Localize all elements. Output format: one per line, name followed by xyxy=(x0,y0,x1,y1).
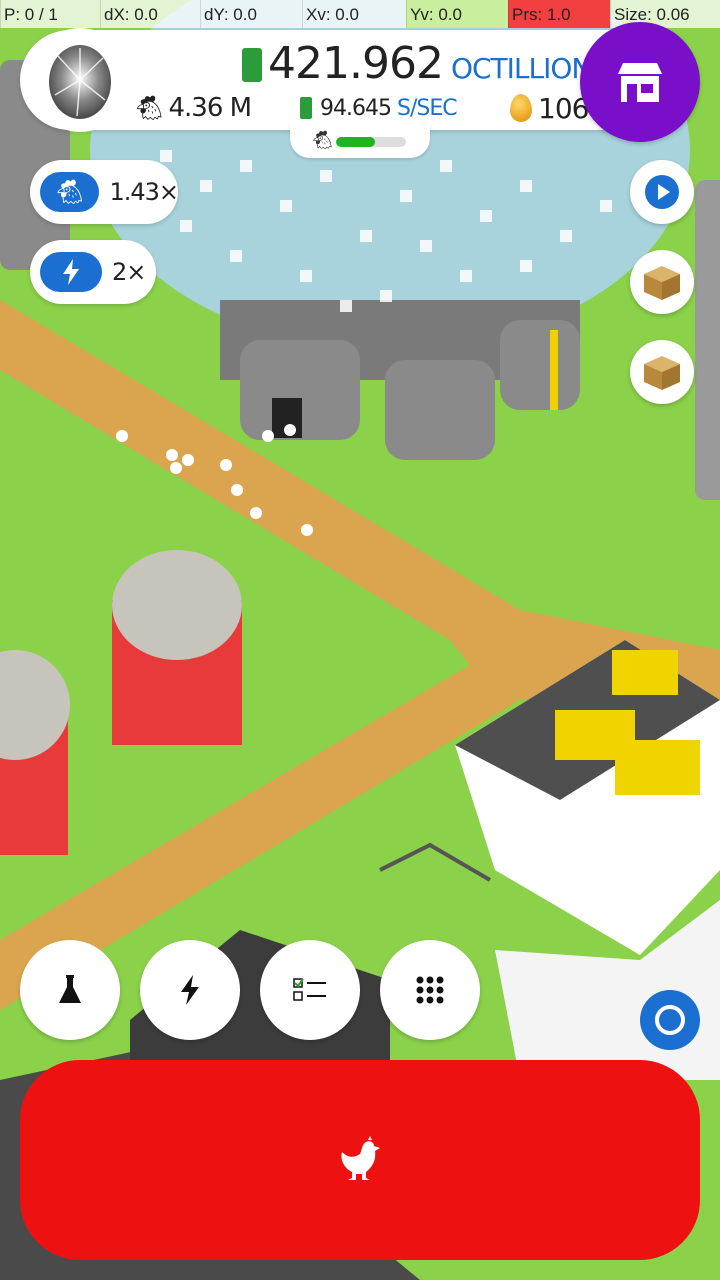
earning-rate: 94.645 S/SEC xyxy=(300,92,458,124)
boosts-button[interactable] xyxy=(140,940,240,1040)
flask-icon xyxy=(59,975,81,1003)
checklist-icon xyxy=(293,978,326,1001)
gift-box-button-2[interactable] xyxy=(630,340,694,404)
shop-button[interactable] xyxy=(580,22,700,142)
hab-progress-fill xyxy=(336,137,375,147)
money-unit: OCTILLION xyxy=(450,52,592,85)
video-ad-button[interactable] xyxy=(630,160,694,224)
egg-button[interactable] xyxy=(30,28,130,132)
speed-multiplier-value: 2× xyxy=(112,258,146,286)
debug-dx: dX: 0.0 xyxy=(100,0,200,28)
lightning-icon xyxy=(63,259,79,285)
ring-icon xyxy=(655,1005,685,1035)
chicken-count: 🐔︎ 4.36 M xyxy=(134,92,252,124)
golden-egg-icon xyxy=(510,94,532,122)
menu-button[interactable] xyxy=(380,940,480,1040)
missions-button[interactable] xyxy=(260,940,360,1040)
golden-eggs[interactable]: 106 xyxy=(510,90,589,126)
chicken-count-value: 4.36 M xyxy=(168,93,252,123)
egg-icon xyxy=(49,45,111,119)
play-icon xyxy=(645,175,679,209)
box-icon xyxy=(644,266,680,300)
money-display: 421.962 OCTILLION xyxy=(242,38,592,94)
research-button[interactable] xyxy=(20,940,120,1040)
lightning-icon xyxy=(181,975,199,1005)
speed-multiplier-pill[interactable]: 2× xyxy=(30,240,156,304)
chicken-icon: 🐔︎ xyxy=(134,94,165,122)
speed-multiplier-icon-badge xyxy=(40,252,102,292)
debug-prs: Prs: 1.0 xyxy=(508,0,610,28)
chicken-multiplier-icon-badge: 🐔︎ xyxy=(40,172,100,212)
chicken-multiplier-pill[interactable]: 🐔︎ 1.43× xyxy=(30,160,179,224)
rate-value: 94.645 xyxy=(320,95,392,121)
box-icon xyxy=(644,356,680,390)
chicken-icon xyxy=(341,1136,380,1180)
hab-progress-bar xyxy=(336,137,406,147)
debug-xv: Xv: 0.0 xyxy=(302,0,406,28)
chicken-multiplier-value: 1.43× xyxy=(109,178,179,206)
chicken-small-icon: 🐔︎ xyxy=(311,130,334,150)
cash-icon xyxy=(242,48,262,82)
chicken-multiplier-icon: 🐔︎ xyxy=(54,178,85,206)
debug-dy: dY: 0.0 xyxy=(200,0,302,28)
recenter-button[interactable] xyxy=(640,990,700,1050)
grid-icon xyxy=(416,976,444,1004)
debug-yv: Yv: 0.0 xyxy=(406,0,508,28)
shop-icon xyxy=(618,63,662,102)
gift-box-button-1[interactable] xyxy=(630,250,694,314)
money-value: 421.962 xyxy=(268,38,444,89)
cash-small-icon xyxy=(300,97,312,119)
hatch-chicken-button[interactable] xyxy=(20,1060,700,1260)
debug-pointer: P: 0 / 1 xyxy=(0,0,100,28)
debug-overlay: P: 0 / 1 dX: 0.0 dY: 0.0 Xv: 0.0 Yv: 0.0… xyxy=(0,0,720,28)
rate-unit: S/SEC xyxy=(396,95,458,121)
